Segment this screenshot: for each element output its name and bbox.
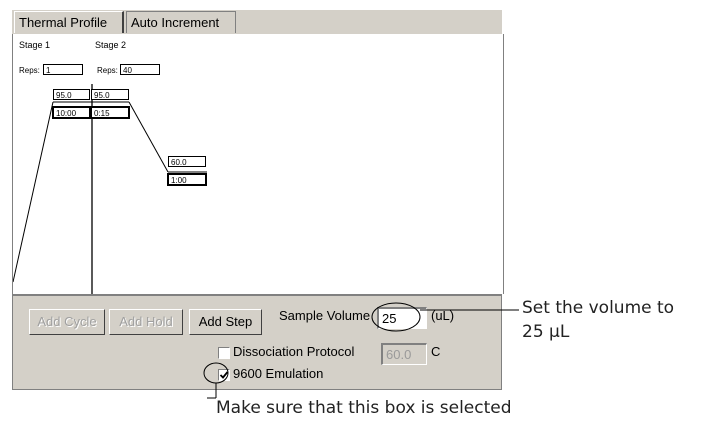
checkbox-callout-text: Make sure that this box is selected [216,398,512,418]
annotation-overlay [203,302,519,399]
volume-callout-line1: Set the volume to [522,298,675,318]
checkbox-highlight-circle [203,362,229,384]
volume-highlight-circle [371,302,421,332]
volume-callout-line2: 25 μL [522,322,570,342]
